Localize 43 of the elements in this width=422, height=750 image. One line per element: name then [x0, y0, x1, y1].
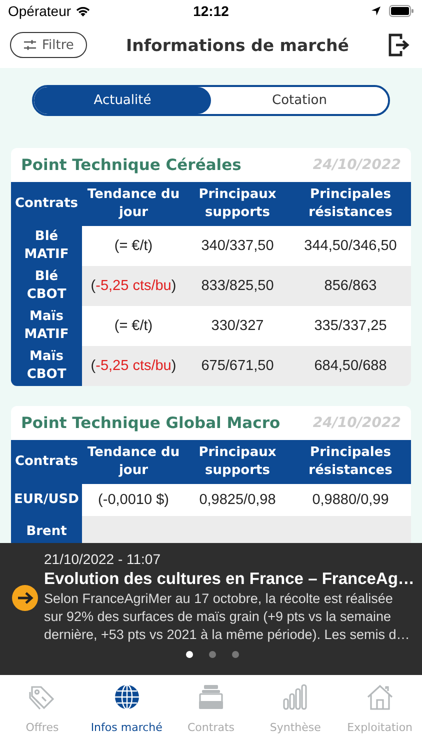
- page-dot[interactable]: [232, 651, 238, 658]
- card-title: Point Technique Céréales: [21, 156, 242, 174]
- column-header: Tendance du jour: [82, 440, 185, 484]
- logout-icon[interactable]: [388, 33, 410, 57]
- segment-tab[interactable]: Actualité: [34, 87, 211, 114]
- contract-cell: Blé CBOT: [11, 266, 82, 306]
- table-cell: 856/863: [290, 266, 411, 306]
- column-header: Principales résistances: [290, 182, 411, 226]
- tray-icon: [197, 683, 226, 711]
- table-cell: (-5,25 cts/bu): [82, 346, 185, 386]
- news-title: Evolution des cultures en France – FranceAg…: [44, 570, 412, 589]
- column-header: Principales résistances: [290, 440, 411, 484]
- house-icon: [366, 683, 394, 711]
- table-cell: (-5,25 cts/bu): [82, 266, 185, 306]
- card-title: Point Technique Global Macro: [21, 414, 280, 432]
- battery-icon: [389, 5, 414, 17]
- news-date: 21/10/2022 - 11:07: [44, 551, 162, 567]
- wifi-icon: [75, 5, 92, 17]
- location-icon: [371, 6, 381, 16]
- page-title: Informations de marché: [124, 36, 350, 54]
- news-banner[interactable]: [0, 543, 422, 675]
- column-header: Principaux supports: [185, 182, 290, 226]
- status-time: 12:12: [193, 3, 229, 19]
- tag-icon: [28, 683, 56, 711]
- filter-button[interactable]: Filtre: [10, 32, 87, 58]
- page-dot[interactable]: [186, 651, 192, 658]
- globe-icon: [112, 683, 141, 711]
- contract-cell: Maïs CBOT: [11, 346, 82, 386]
- contract-cell: Maïs MATIF: [11, 306, 82, 346]
- table-cell: 684,50/688: [290, 346, 411, 386]
- sliders-icon: [23, 39, 37, 51]
- table-cell: 675/671,50: [185, 346, 290, 386]
- carrier-name: Opérateur: [8, 3, 72, 19]
- column-header: Tendance du jour: [82, 182, 185, 226]
- page-dot[interactable]: [208, 651, 216, 658]
- contract-cell: EUR/USD: [11, 484, 82, 516]
- column-header: Contrats: [11, 440, 82, 484]
- column-header: Contrats: [11, 182, 82, 226]
- table-cell: 833/825,50: [185, 266, 290, 306]
- column-header: Principaux supports: [185, 440, 290, 484]
- bar-chart-icon: [281, 683, 310, 711]
- news-text: Selon FranceAgriMer au 17 octobre, la récolte est réalisée sur 92% des surfaces de maïs grain (+9 pts vs la semaine dernière, +53 pts vs 2021 à la même période). Les semis d…: [44, 590, 411, 644]
- contract-cell: Blé MATIF: [11, 226, 82, 266]
